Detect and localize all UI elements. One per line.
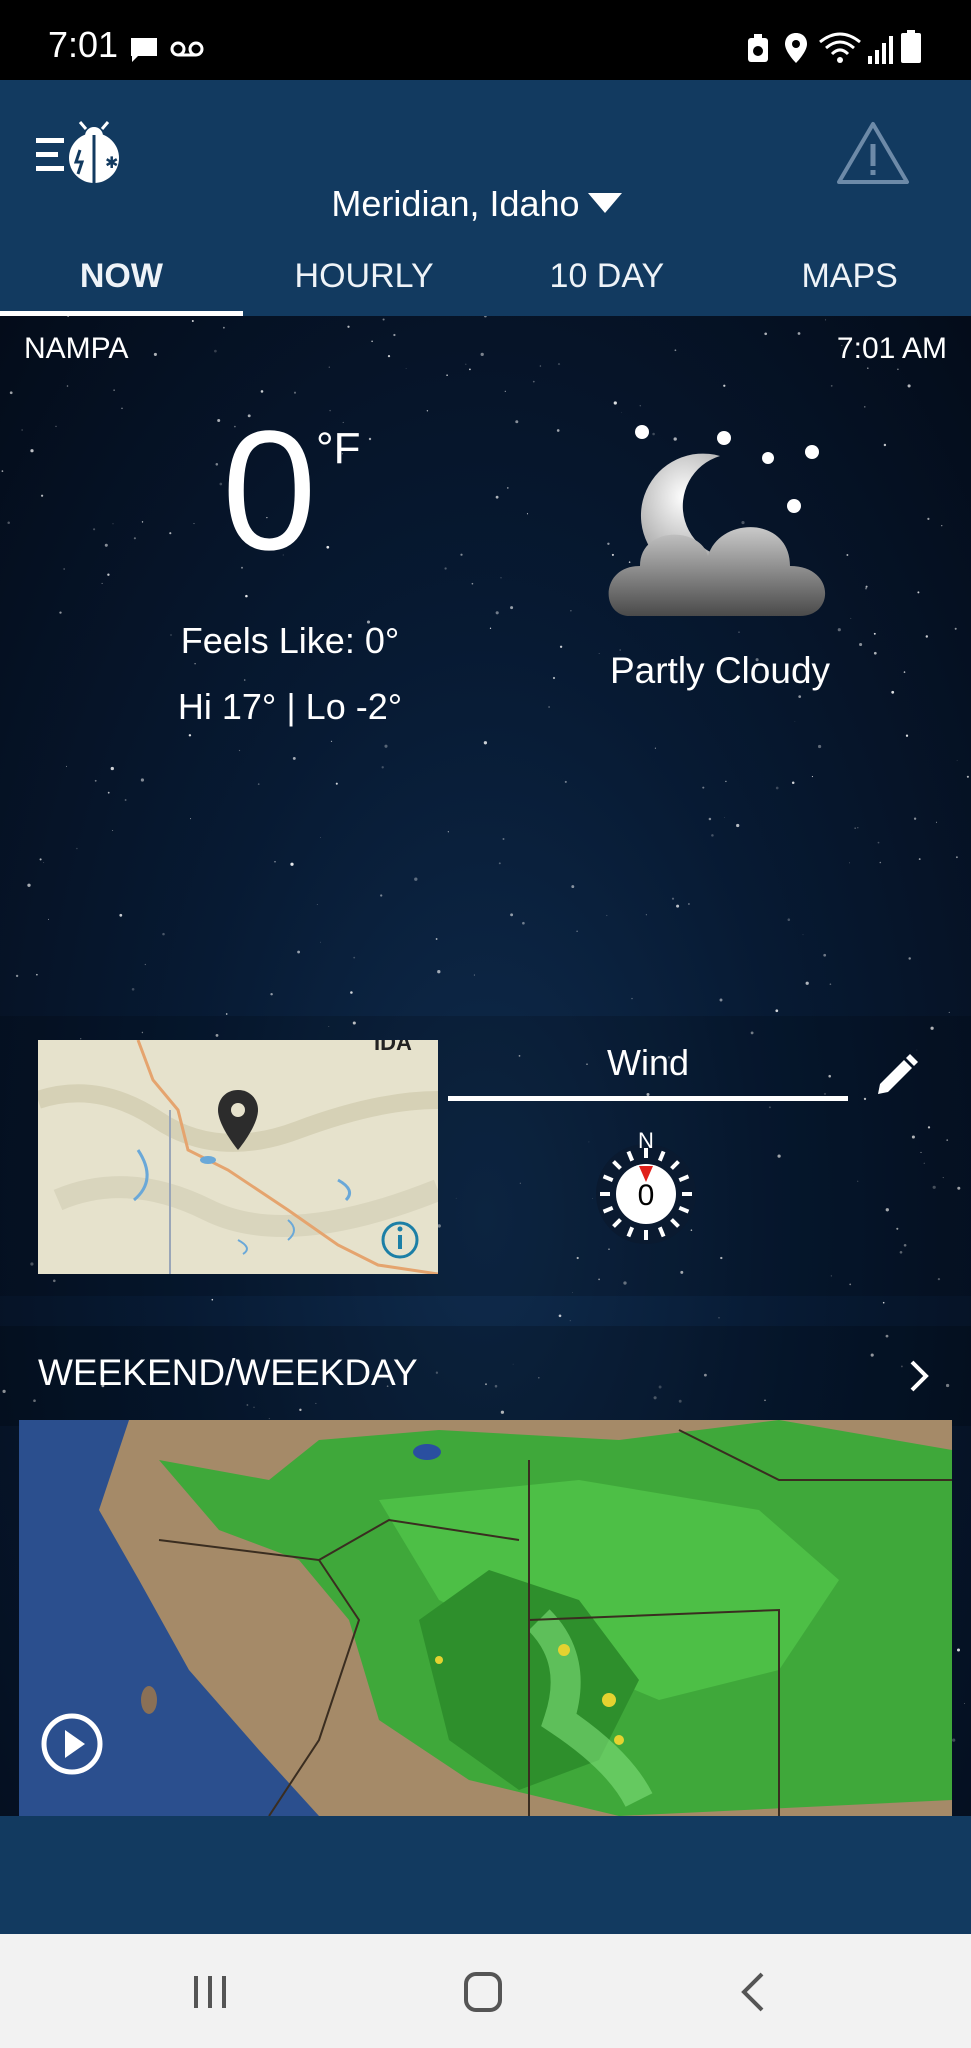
- location-label: Meridian, Idaho: [331, 183, 580, 224]
- signal-icon: [868, 36, 893, 64]
- edit-pencil-icon[interactable]: [872, 1052, 920, 1100]
- partly-cloudy-night-icon: [608, 425, 826, 616]
- wind-speed: 0: [638, 1179, 655, 1212]
- observation-time: 7:01 AM: [836, 332, 947, 365]
- home-icon[interactable]: [452, 1970, 512, 2014]
- play-button-icon[interactable]: [40, 1712, 104, 1776]
- warning-icon[interactable]: [836, 120, 910, 186]
- radar-video-thumbnail[interactable]: [19, 1420, 952, 1816]
- back-icon[interactable]: [724, 1970, 784, 2014]
- section-title[interactable]: WEEKEND/WEEKDAY: [38, 1352, 418, 1394]
- menu-logo-icon[interactable]: ✱: [34, 120, 128, 190]
- wind-title-underline: [448, 1096, 848, 1101]
- current-temperature: 0: [222, 396, 317, 586]
- tab-hourly[interactable]: HOURLY: [243, 236, 486, 316]
- app-footer-bar: [0, 1816, 971, 1934]
- tab-maps[interactable]: MAPS: [728, 236, 971, 316]
- hi-lo: Hi 17° | Lo -2°: [177, 686, 403, 727]
- location-icon: [785, 33, 807, 63]
- battery-icon: [901, 30, 921, 63]
- system-nav-bar: [0, 1934, 971, 2048]
- tab-10-day[interactable]: 10 DAY: [486, 236, 729, 316]
- status-bar: 7:01: [0, 0, 971, 80]
- status-time: 7:01: [48, 24, 119, 65]
- svg-text:IDA: IDA: [374, 1040, 412, 1055]
- message-icon: [131, 38, 157, 62]
- tab-bar: NOW HOURLY 10 DAY MAPS: [0, 236, 971, 316]
- location-selector[interactable]: Meridian, Idaho: [0, 183, 971, 225]
- voicemail-icon: [170, 41, 204, 57]
- app-header: ✱ Meridian, Idaho NOW HOURLY 10 DAY MAPS: [0, 80, 971, 316]
- wind-title: Wind: [606, 1042, 690, 1083]
- recent-apps-icon[interactable]: [180, 1970, 240, 2014]
- chevron-right-icon[interactable]: [906, 1356, 934, 1396]
- wifi-icon: [819, 32, 861, 63]
- condition-label: Partly Cloudy: [609, 650, 831, 691]
- tab-now[interactable]: NOW: [0, 236, 243, 316]
- wind-compass: N 0: [584, 1128, 708, 1252]
- temperature-unit: °F: [316, 424, 361, 473]
- svg-text:✱: ✱: [105, 153, 118, 172]
- compass-north-label: N: [638, 1128, 654, 1153]
- station-name: NAMPA: [24, 332, 129, 365]
- battery-saver-icon: [748, 34, 768, 62]
- map-pin-icon: [218, 1090, 258, 1150]
- feels-like: Feels Like: 0°: [180, 620, 400, 661]
- mini-map[interactable]: IDA: [38, 1040, 438, 1274]
- chevron-down-icon: [587, 193, 622, 213]
